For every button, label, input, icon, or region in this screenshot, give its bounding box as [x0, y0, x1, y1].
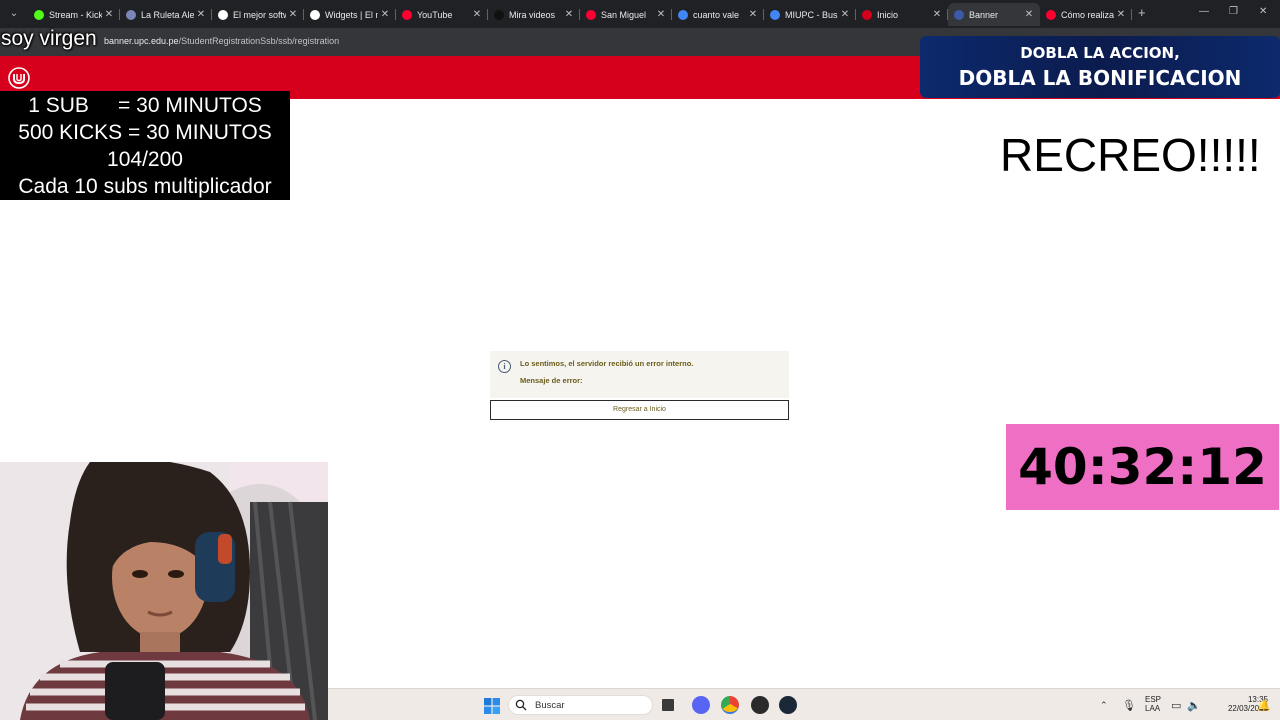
browser-tab[interactable]: Stream - Kick ✕ [28, 3, 120, 26]
recreo-overlay-text: RECREO!!!!! [1000, 129, 1261, 181]
tab-favicon-icon [494, 9, 504, 20]
subathon-rules-overlay: 1 SUB = 30 MINUTOS 500 KICKS = 30 MINUTO… [0, 91, 290, 200]
browser-tab[interactable]: Widgets | El mejor✕ [304, 3, 396, 26]
tab-close-icon[interactable]: ✕ [838, 9, 852, 20]
language-indicator[interactable]: ESP LAA [1145, 695, 1161, 713]
new-tab-button[interactable]: + [1138, 6, 1146, 20]
tab-title: Inicio [877, 9, 899, 20]
tab-favicon-icon [678, 9, 688, 20]
tab-favicon-icon [218, 9, 228, 20]
tab-favicon-icon [862, 9, 872, 20]
chrome-icon[interactable] [721, 696, 739, 714]
restore-icon[interactable]: ❐ [1229, 6, 1238, 17]
tab-title: La Ruleta Aleatoria [141, 9, 194, 20]
search-placeholder: Buscar [535, 700, 565, 711]
obs-icon[interactable] [751, 696, 769, 714]
tab-close-icon[interactable]: ✕ [654, 9, 668, 20]
tab-close-icon[interactable]: ✕ [746, 9, 760, 20]
notification-bell-icon[interactable]: 🔔 [1257, 699, 1271, 712]
tab-close-icon[interactable]: ✕ [470, 9, 484, 20]
tab-favicon-icon [34, 9, 44, 20]
browser-tab[interactable]: MIUPC - Bus ✕ [764, 3, 856, 26]
steam-icon[interactable] [779, 696, 797, 714]
tab-title: MIUPC - Bus [785, 9, 838, 20]
subathon-timer: 40:32:12 [1006, 424, 1279, 510]
layout-code: LAA [1145, 704, 1161, 713]
network-icon[interactable]: ▭ [1171, 699, 1181, 712]
tab-close-icon[interactable]: ✕ [378, 9, 392, 20]
close-window-icon[interactable]: ✕ [1259, 6, 1267, 17]
rule-line: 500 KICKS = 30 MINUTOS [18, 121, 272, 144]
tab-search-chevron-icon[interactable]: ⌄ [6, 6, 22, 22]
tab-favicon-icon [402, 9, 412, 20]
minimize-icon[interactable]: — [1199, 6, 1209, 17]
tab-favicon-icon [586, 9, 596, 20]
tab-close-icon[interactable]: ✕ [194, 9, 208, 20]
rule-line: Cada 10 subs multiplicador [18, 175, 272, 198]
tab-title: Cómo realizar [1061, 9, 1114, 20]
microphone-icon[interactable]: 🎙 [1122, 699, 1136, 712]
task-view-icon[interactable] [662, 699, 674, 711]
promo-line-1: DOBLA LA ACCION, [1020, 44, 1180, 62]
tab-favicon-icon [310, 9, 320, 20]
webcam-feed [0, 462, 328, 720]
tab-title: YouTube [417, 9, 453, 20]
tab-close-icon[interactable]: ✕ [102, 9, 116, 20]
taskbar-search[interactable]: Buscar [508, 695, 653, 715]
browser-tab[interactable]: Inicio ✕ [856, 3, 948, 26]
browser-tab[interactable]: La Ruleta Aleatoria✕ [120, 3, 212, 26]
tab-favicon-icon [770, 9, 780, 20]
rule-line: 1 SUB = 30 MINUTOS [28, 94, 262, 117]
tab-favicon-icon [1046, 9, 1056, 20]
discord-icon[interactable] [692, 696, 710, 714]
upc-logo-icon[interactable] [8, 67, 30, 89]
tab-favicon-icon [954, 9, 964, 20]
sub-goal-counter: 104/200 [107, 148, 183, 171]
browser-tab[interactable]: YouTube ✕ [396, 3, 488, 26]
tab-title: Widgets | El mejor [325, 9, 378, 20]
tab-favicon-icon [126, 9, 136, 20]
error-detail-label: Mensaje de error: [520, 376, 583, 385]
search-icon [515, 699, 527, 711]
browser-tab[interactable]: Banner ✕ [948, 3, 1040, 26]
error-notification: i Lo sentimos, el servidor recibió un er… [490, 351, 789, 398]
volume-icon[interactable]: 🔈 [1187, 699, 1201, 712]
browser-tab-bar: ⌄ Stream - Kick✕La Ruleta Aleatoria✕El m… [0, 0, 1280, 28]
tray-overflow-icon[interactable]: ⌃ [1100, 700, 1108, 711]
browser-tab[interactable]: El mejor software✕ [212, 3, 304, 26]
tab-title: San Miguel [601, 9, 647, 20]
info-icon: i [498, 360, 511, 373]
language-code: ESP [1145, 695, 1162, 704]
promo-banner-overlay: DOBLA LA ACCION, DOBLA LA BONIFICACION [920, 36, 1280, 98]
windows-taskbar: Buscar ⌃ 🎙 ESP LAA ▭ 🔈 13:35 22/03/2026 … [328, 688, 1280, 720]
tab-close-icon[interactable]: ✕ [286, 9, 300, 20]
browser-tab[interactable]: Mira videos ✕ [488, 3, 580, 26]
tab-close-icon[interactable]: ✕ [562, 9, 576, 20]
tab-close-icon[interactable]: ✕ [930, 9, 944, 20]
tab-title: Banner [969, 9, 999, 20]
windows-start-icon[interactable] [484, 698, 500, 714]
tab-close-icon[interactable]: ✕ [1022, 9, 1036, 20]
url-text[interactable]: banner.upc.edu.pe/StudentRegistrationSsb… [104, 36, 339, 46]
back-to-home-button[interactable]: Regresar a Inicio [490, 400, 789, 420]
tab-separator [1131, 9, 1132, 20]
webcam-image [0, 462, 328, 720]
tab-title: Mira videos [509, 9, 556, 20]
browser-tab[interactable]: Cómo realizar ✕ [1040, 3, 1132, 26]
tab-strip: Stream - Kick✕La Ruleta Aleatoria✕El mej… [28, 3, 1132, 26]
promo-line-2: DOBLA LA BONIFICACION [958, 66, 1242, 90]
tab-close-icon[interactable]: ✕ [1114, 9, 1128, 20]
stream-title-overlay: soy virgen [1, 27, 97, 50]
tab-title: Stream - Kick [49, 9, 102, 20]
tab-title: El mejor software [233, 9, 286, 20]
tab-title: cuanto vale [693, 9, 740, 20]
browser-tab[interactable]: San Miguel ✕ [580, 3, 672, 26]
error-message: Lo sentimos, el servidor recibió un erro… [520, 359, 694, 368]
browser-tab[interactable]: cuanto vale ✕ [672, 3, 764, 26]
